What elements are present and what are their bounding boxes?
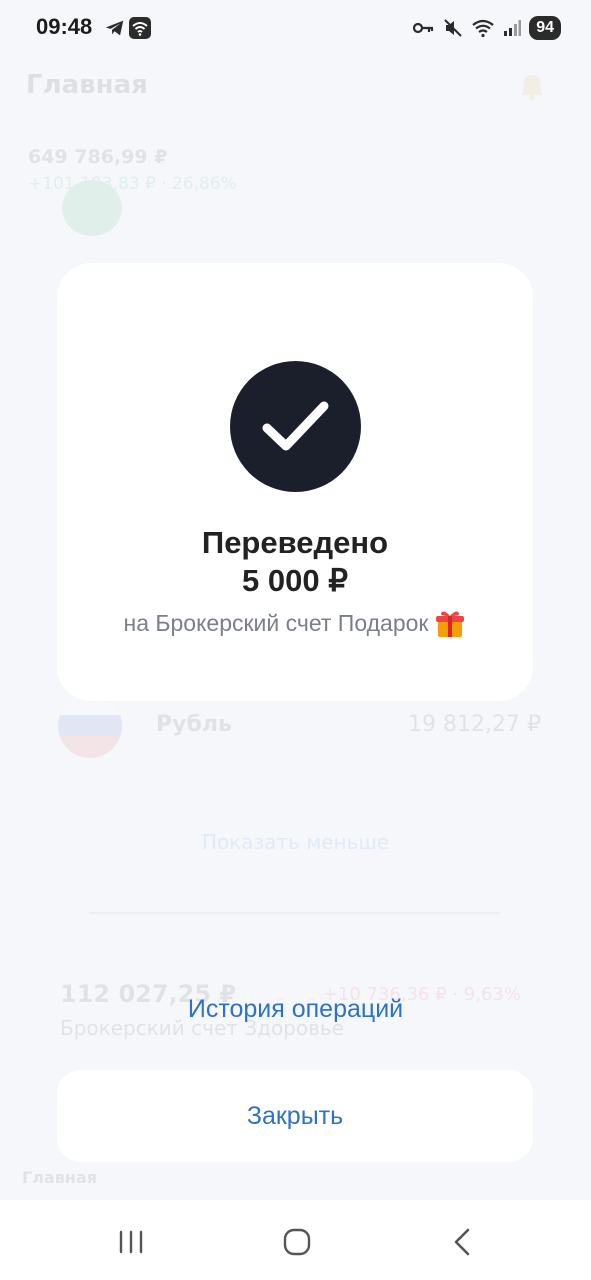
- transfer-amount: 5 000 ₽: [242, 563, 348, 598]
- status-icons: 94: [413, 14, 561, 42]
- background-total: 649 786,99 ₽: [28, 146, 168, 168]
- background-divider: [90, 912, 500, 914]
- background-currency-logo: [62, 180, 122, 236]
- telegram-icon: [105, 20, 124, 36]
- status-time: 09:48: [36, 14, 93, 39]
- background-ruble-value: 19 812,27 ₽: [408, 712, 541, 737]
- background-ruble-flag: [58, 694, 122, 758]
- recents-icon[interactable]: [118, 1230, 144, 1254]
- transfer-destination: на Брокерский счет Подарок: [57, 607, 533, 639]
- transfer-destination-text: на Брокерский счет Подарок: [123, 609, 429, 636]
- background-ruble-label: Рубль: [156, 712, 232, 737]
- wifi-box-icon: [129, 17, 151, 39]
- background-tab-main: Главная: [22, 1168, 97, 1187]
- gift-icon: [436, 611, 465, 637]
- mute-icon: [444, 19, 462, 37]
- success-title: Переведено: [201, 525, 389, 560]
- back-icon[interactable]: [450, 1227, 474, 1257]
- operations-history-link[interactable]: История операций: [0, 995, 591, 1024]
- checkmark-icon: [262, 401, 329, 451]
- success-card: Переведено 5 000 ₽ на Брокерский счет По…: [57, 263, 533, 701]
- background-change: +101 193,83 ₽ · 26,86%: [28, 174, 237, 194]
- home-icon[interactable]: [283, 1228, 311, 1256]
- battery-badge: 94: [529, 16, 561, 40]
- signal-icon: [504, 20, 522, 36]
- close-button[interactable]: Закрыть: [57, 1070, 533, 1162]
- background-page-title: Главная: [26, 70, 148, 100]
- background-show-less: Показать меньше: [201, 830, 390, 854]
- key-icon: [413, 22, 434, 34]
- bell-icon: [520, 75, 544, 101]
- status-bar: 09:48 94: [0, 0, 591, 60]
- wifi-icon: [472, 19, 494, 38]
- system-nav-bar: [0, 1200, 591, 1280]
- check-circle: [230, 361, 361, 492]
